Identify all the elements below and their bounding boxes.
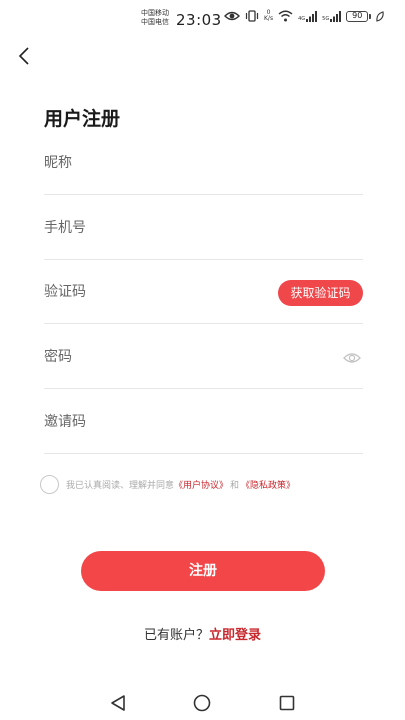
status-bar: 中国移动 中国电信 23:03 0 K/s 4G 5G 90 [0, 0, 405, 36]
signal-icon [330, 10, 342, 22]
signal-2: 5G [322, 10, 342, 22]
invite-row [44, 390, 363, 454]
agreement-checkbox[interactable] [40, 474, 59, 494]
signal-1: 4G [298, 10, 318, 22]
status-time: 23:03 [176, 11, 222, 29]
nickname-input[interactable] [44, 131, 264, 195]
battery-tip [369, 13, 372, 19]
signal-icon [306, 10, 318, 22]
back-button[interactable] [12, 44, 36, 68]
login-link[interactable]: 立即登录 [209, 628, 261, 643]
leaf-icon [376, 10, 384, 22]
battery-indicator: 90 [346, 10, 372, 22]
login-prompt: 已有账户？立即登录 [0, 624, 405, 643]
phone-row [44, 196, 363, 260]
carrier-1: 中国移动 [141, 9, 169, 17]
status-icons: 0 K/s 4G 5G 90 [224, 10, 384, 22]
login-prompt-text: 已有账户？ [143, 628, 209, 643]
user-agreement-link[interactable]: 《用户协议》 [174, 478, 228, 491]
nav-home-button[interactable] [191, 692, 213, 714]
phone-input[interactable] [44, 196, 264, 260]
nickname-row [44, 131, 363, 195]
speed-unit: K/s [264, 15, 274, 22]
carrier-2: 中国电信 [141, 18, 169, 26]
agreement-conjunction: 和 [230, 480, 240, 491]
get-code-button[interactable]: 获取验证码 [278, 280, 363, 306]
nav-back-button[interactable] [107, 692, 129, 714]
network-type-2: 5G [322, 15, 330, 22]
privacy-policy-link[interactable]: 《隐私政策》 [241, 478, 295, 491]
eye-comfort-icon [224, 11, 240, 21]
invite-code-input[interactable] [44, 390, 264, 454]
carrier-info: 中国移动 中国电信 [141, 9, 169, 27]
square-recents-icon [279, 695, 295, 711]
triangle-back-icon [111, 695, 125, 711]
code-row: 获取验证码 [44, 260, 363, 324]
page-title: 用户注册 [44, 108, 121, 130]
network-type-1: 4G [298, 15, 306, 22]
register-button[interactable]: 注册 [81, 551, 325, 591]
system-nav-bar [0, 686, 405, 720]
password-input[interactable] [44, 325, 264, 389]
agreement-row: 我已认真阅读、理解并同意 《用户协议》 和 《隐私政策》 [40, 474, 370, 494]
network-speed: 0 K/s [264, 10, 273, 22]
circle-home-icon [193, 694, 211, 712]
vibrate-icon [245, 10, 259, 22]
eye-icon [343, 353, 361, 363]
password-row [44, 325, 363, 389]
agreement-text: 我已认真阅读、理解并同意 [66, 480, 175, 491]
wifi-icon [278, 10, 293, 22]
battery-level: 90 [346, 10, 369, 22]
verification-code-input[interactable] [44, 260, 264, 324]
toggle-password-visibility-button[interactable] [343, 350, 361, 364]
nav-recents-button[interactable] [276, 692, 298, 714]
chevron-left-icon [18, 47, 29, 65]
